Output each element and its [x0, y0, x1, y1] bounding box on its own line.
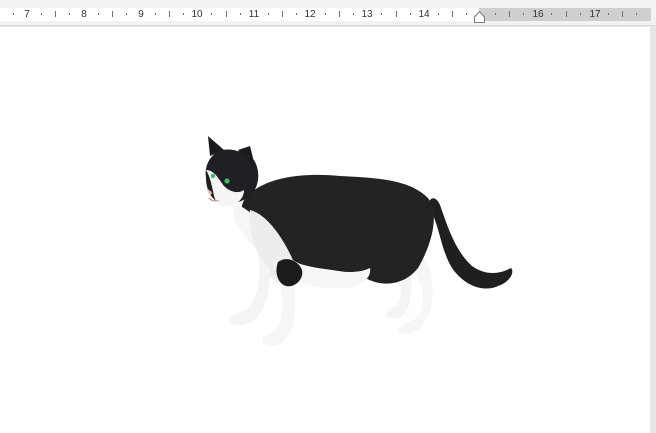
cat-image [205, 136, 513, 347]
cat-photo[interactable] [0, 0, 656, 433]
